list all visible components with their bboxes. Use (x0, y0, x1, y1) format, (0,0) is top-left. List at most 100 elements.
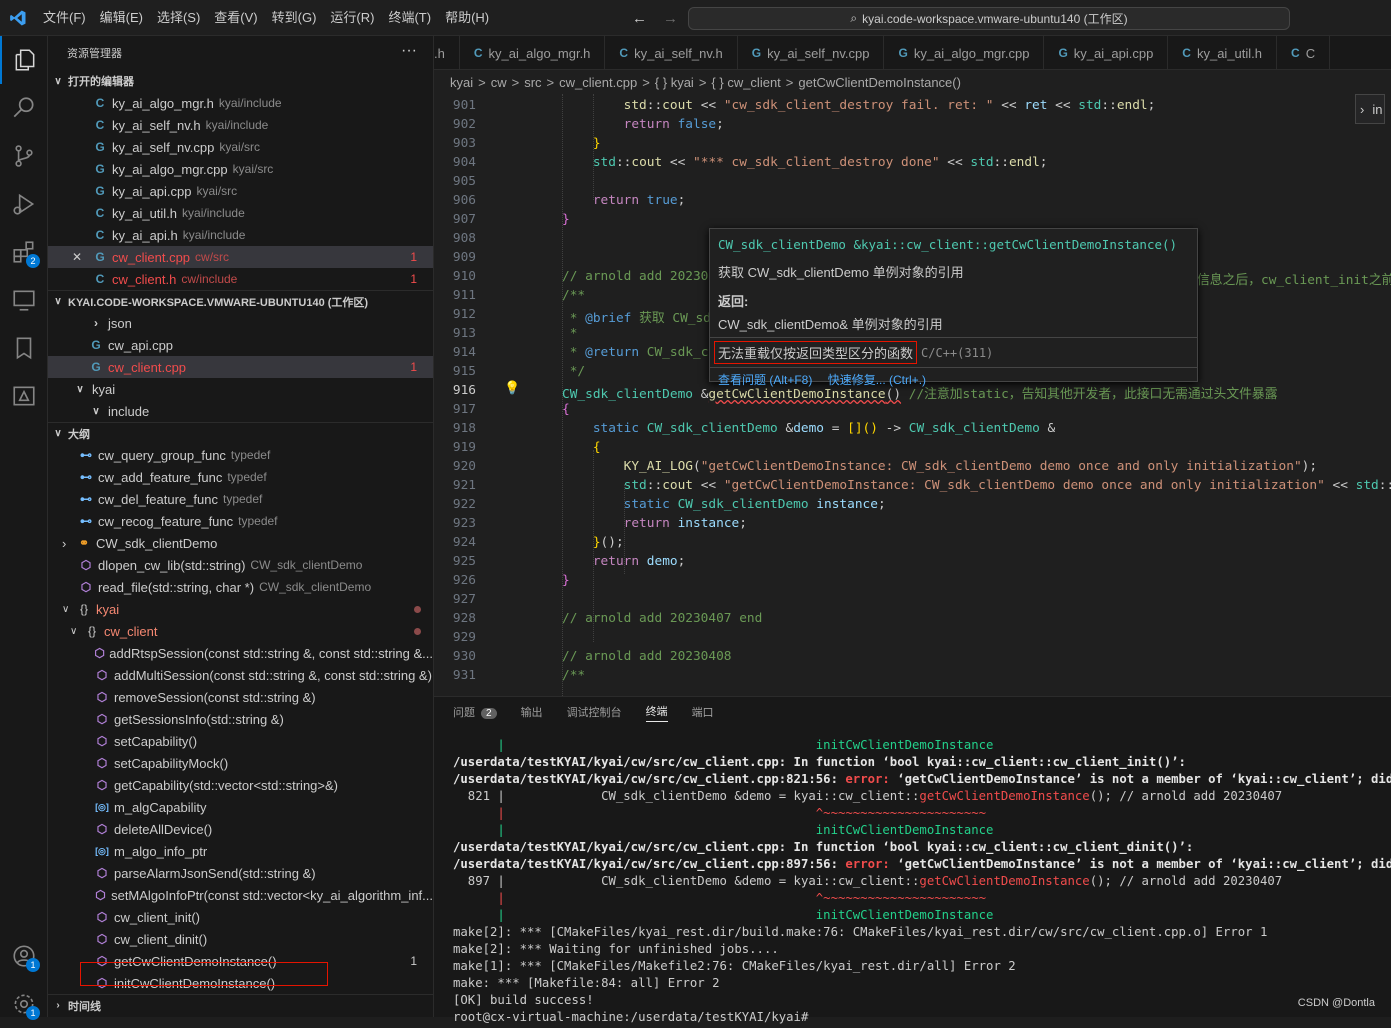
method-icon: ⬡ (96, 756, 108, 770)
inlay-hint-toggle[interactable]: › in (1355, 94, 1385, 124)
panel-tab-output[interactable]: 输出 (521, 704, 543, 720)
outline-item[interactable]: ⬡ removeSession(const std::string &) (48, 686, 433, 708)
settings-gear-icon[interactable]: 1 (0, 980, 48, 1028)
workspace-item[interactable]: › json (48, 312, 433, 334)
outline-item[interactable]: ⬡ setCapability() (48, 730, 433, 752)
breadcrumb-item[interactable]: { } kyai (655, 75, 694, 90)
outline-item[interactable]: [◎] m_algo_info_ptr (48, 840, 433, 862)
bookmark-icon[interactable] (0, 324, 48, 372)
forward-arrow-icon[interactable]: → (663, 10, 678, 27)
outline-item[interactable]: ⬡ dlopen_cw_lib(std::string) CW_sdk_client… (48, 554, 433, 576)
account-icon[interactable]: 1 (0, 932, 48, 980)
explorer-icon[interactable] (0, 36, 48, 84)
open-editor-item[interactable]: Cky_ai_api.h kyai/include (48, 224, 433, 246)
terminal-output[interactable]: | initCwClientDemoInstance/userdata/test… (453, 737, 1391, 1026)
view-problem-link[interactable]: 查看问题 (Alt+F8) (718, 373, 812, 387)
outline-item[interactable]: › ⚭ CW_sdk_clientDemo (48, 532, 433, 554)
outline-item[interactable]: ∨ {} kyai (48, 598, 433, 620)
open-editor-item[interactable]: ✕ Gcw_client.cpp cw/src 1 (48, 246, 433, 268)
open-editor-item[interactable]: Ccw_client.h cw/include 1 (48, 268, 433, 290)
editor-tab[interactable]: .h (434, 36, 460, 69)
outline-item[interactable]: ⬡ getSessionsInfo(std::string &) (48, 708, 433, 730)
outline-item[interactable]: ⬡ getCapability(std::vector<std::string>&… (48, 774, 433, 796)
outline-tree: ⊷ cw_query_group_func typedef ⊷ cw_add_featu… (48, 444, 433, 994)
menu-item-7[interactable]: 帮助(H) (438, 0, 496, 36)
editor-tab[interactable]: Gky_ai_algo_mgr.cpp (884, 36, 1045, 69)
outline-item[interactable]: [◎] m_algCapability (48, 796, 433, 818)
workspace-item[interactable]: ∨ kyai (48, 378, 433, 400)
cmake-icon[interactable] (0, 372, 48, 420)
panel-tab-terminal[interactable]: 终端 (645, 703, 668, 722)
outline-item[interactable]: ⬡ setCapabilityMock() (48, 752, 433, 774)
editor-tab[interactable]: Cky_ai_algo_mgr.h (460, 36, 606, 69)
open-editor-item[interactable]: Gky_ai_algo_mgr.cpp kyai/src (48, 158, 433, 180)
menu-item-6[interactable]: 终端(T) (381, 0, 438, 36)
menu-item-0[interactable]: 文件(F) (36, 0, 93, 36)
menu-item-5[interactable]: 运行(R) (323, 0, 381, 36)
more-actions-icon[interactable]: ··· (401, 42, 417, 60)
breadcrumb-item[interactable]: kyai (450, 75, 473, 90)
outline-item[interactable]: ∨ {} cw_client (48, 620, 433, 642)
terminal-line: | initCwClientDemoInstance (453, 738, 994, 752)
menu-item-1[interactable]: 编辑(E) (93, 0, 150, 36)
menu-item-3[interactable]: 查看(V) (207, 0, 264, 36)
editor-tab[interactable]: Cky_ai_self_nv.h (605, 36, 738, 69)
breadcrumb-item[interactable]: getCwClientDemoInstance() (798, 75, 961, 90)
workspace-tree: › json Gcw_api.cpp Gcw_client.cpp 1 ∨ kyai ∨ inc… (48, 312, 433, 422)
open-editor-item[interactable]: Cky_ai_algo_mgr.h kyai/include (48, 92, 433, 114)
outline-item[interactable]: ⬡ read_file(std::string, char *) CW_sdk_cl… (48, 576, 433, 598)
open-editors-section[interactable]: ∨ 打开的编辑器 (48, 70, 433, 92)
outline-section[interactable]: ∨ 大纲 (48, 422, 433, 444)
breadcrumb-item[interactable]: cw (491, 75, 507, 90)
line-number: 915 (452, 364, 476, 379)
breadcrumb-item[interactable]: src (524, 75, 541, 90)
source-control-icon[interactable] (0, 132, 48, 180)
workspace-section[interactable]: ∨ KYAI.CODE-WORKSPACE.VMWARE-UBUNTU140 (… (48, 290, 433, 312)
outline-name: removeSession(const std::string &) (114, 689, 316, 705)
back-arrow-icon[interactable]: ← (632, 10, 647, 27)
breadcrumb-item[interactable]: cw_client.cpp (559, 75, 637, 90)
workspace-item[interactable]: Gcw_api.cpp (48, 334, 433, 356)
outline-item[interactable]: ⬡ cw_client_dinit() (48, 928, 433, 950)
breadcrumb-item[interactable]: { } cw_client (711, 75, 780, 90)
outline-item[interactable]: ⬡ addMultiSession(const std::string &, co… (48, 664, 433, 686)
c-file-icon: C (619, 46, 629, 60)
timeline-section[interactable]: › 时间线 (48, 994, 433, 1016)
panel-tab-debug-console[interactable]: 调试控制台 (567, 704, 622, 720)
open-editor-item[interactable]: Cky_ai_util.h kyai/include (48, 202, 433, 224)
workspace-item[interactable]: Gcw_client.cpp 1 (48, 356, 433, 378)
lightbulb-icon[interactable]: 💡 (504, 381, 520, 396)
hover-tooltip: CW_sdk_clientDemo &kyai::cw_client::getC… (709, 228, 1198, 387)
command-center[interactable]: ⌕ kyai.code-workspace.vmware-ubuntu140 (… (688, 7, 1290, 30)
open-editor-item[interactable]: Gky_ai_self_nv.cpp kyai/src (48, 136, 433, 158)
method-icon: ⬡ (96, 822, 108, 836)
code-view[interactable]: 901 902 903 904 905 906 907 908 909 910 911 912 913 9… (434, 94, 1391, 696)
outline-item[interactable]: ⊷ cw_recog_feature_func typedef (48, 510, 433, 532)
outline-item[interactable]: ⬡ deleteAllDevice() (48, 818, 433, 840)
editor-tab[interactable]: Cky_ai_util.h (1168, 36, 1278, 69)
outline-item[interactable]: ⬡ setMAlgoInfoPtr(const std::vector<ky_ai… (48, 884, 433, 906)
menu-item-4[interactable]: 转到(G) (265, 0, 324, 36)
quick-fix-link[interactable]: 快速修复... (Ctrl+.) (828, 373, 926, 387)
outline-item[interactable]: ⬡ addRtspSession(const std::string &, con… (48, 642, 433, 664)
editor-tab[interactable]: CC (1277, 36, 1331, 69)
editor-tab[interactable]: Gky_ai_api.cpp (1044, 36, 1169, 69)
workspace-item[interactable]: ∨ include (48, 400, 433, 422)
outline-item[interactable]: ⊷ cw_del_feature_func typedef (48, 488, 433, 510)
open-editor-item[interactable]: Cky_ai_self_nv.h kyai/include (48, 114, 433, 136)
open-editors-label: 打开的编辑器 (68, 76, 134, 88)
outline-item[interactable]: ⊷ cw_query_group_func typedef (48, 444, 433, 466)
extensions-icon[interactable]: 2 (0, 228, 48, 276)
outline-item[interactable]: ⊷ cw_add_feature_func typedef (48, 466, 433, 488)
open-editor-item[interactable]: Gky_ai_api.cpp kyai/src (48, 180, 433, 202)
menu-item-2[interactable]: 选择(S) (150, 0, 207, 36)
editor-tab[interactable]: Gky_ai_self_nv.cpp (738, 36, 885, 69)
run-debug-icon[interactable] (0, 180, 48, 228)
search-icon[interactable] (0, 84, 48, 132)
panel-tab-ports[interactable]: 端口 (692, 704, 714, 720)
outline-item[interactable]: ⬡ cw_client_init() (48, 906, 433, 928)
close-icon[interactable]: ✕ (72, 250, 92, 264)
outline-item[interactable]: ⬡ parseAlarmJsonSend(std::string &) (48, 862, 433, 884)
remote-explorer-icon[interactable] (0, 276, 48, 324)
panel-tab-problems[interactable]: 问题 2 (453, 704, 497, 720)
